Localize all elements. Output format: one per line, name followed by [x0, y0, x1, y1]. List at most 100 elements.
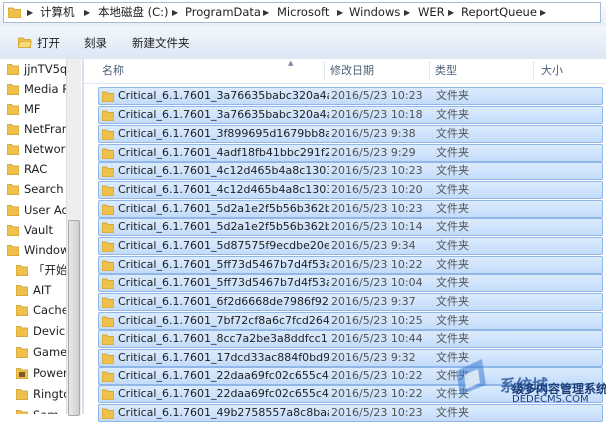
chevron-right-icon[interactable]: ▶: [404, 3, 410, 22]
new-folder-button[interactable]: 新建文件夹: [132, 35, 190, 51]
table-row[interactable]: Critical_6.1.7601_3f899695d1679bb8a... 20…: [98, 125, 603, 143]
folder-icon: [102, 353, 114, 364]
folder-icon: [7, 124, 19, 135]
table-row[interactable]: Critical_6.1.7601_4adf18fb41bbc291f2... 2…: [98, 144, 603, 162]
chevron-right-icon[interactable]: ▶: [540, 3, 546, 22]
table-row[interactable]: Critical_6.1.7601_3a76635babc320a4a... 20…: [98, 87, 603, 105]
folder-icon: [102, 222, 114, 233]
file-name: Critical_6.1.7601_5d87575f9ecdbe20e...: [118, 239, 329, 252]
file-type: 文件夹: [436, 127, 469, 140]
file-name: Critical_6.1.7601_3f899695d1679bb8a...: [118, 127, 329, 140]
open-button[interactable]: 打开: [37, 35, 60, 51]
chevron-right-icon[interactable]: ▶: [263, 3, 269, 22]
table-row[interactable]: Critical_6.1.7601_8cc7a2be3a8ddfcc1... 20…: [98, 330, 603, 348]
folder-icon: [102, 260, 114, 271]
breadcrumb-programdata[interactable]: ProgramData: [185, 3, 261, 22]
table-row[interactable]: Critical_6.1.7601_7bf72cf8a6c7fcd264... 2…: [98, 312, 603, 330]
file-name: Critical_6.1.7601_5d2a1e2f5b56b362b...: [118, 220, 329, 233]
table-row[interactable]: Critical_6.1.7601_5d87575f9ecdbe20e... 20…: [98, 237, 603, 255]
breadcrumb-windows[interactable]: Windows: [349, 3, 400, 22]
chevron-right-icon[interactable]: ▶: [172, 3, 178, 22]
folder-icon: [8, 7, 21, 18]
table-row[interactable]: Critical_6.1.7601_4c12d465b4a8c1303... 20…: [98, 162, 603, 180]
table-row[interactable]: Critical_6.1.7601_6f2d6668de7986f92... 20…: [98, 293, 603, 311]
open-folder-icon: [18, 37, 32, 48]
file-name: Critical_6.1.7601_8cc7a2be3a8ddfcc1...: [118, 332, 329, 345]
folder-icon: [16, 265, 28, 276]
folder-icon: [7, 144, 19, 155]
burn-button[interactable]: 刻录: [84, 35, 107, 51]
file-date: 2016/5/23 9:38: [331, 127, 416, 140]
file-name: Critical_6.1.7601_17dcd33ac884f0bd9...: [118, 351, 329, 364]
folder-icon: [16, 305, 28, 316]
folder-icon: [102, 389, 114, 400]
breadcrumb-wer[interactable]: WER: [418, 3, 445, 22]
file-type: 文件夹: [436, 239, 469, 252]
folder-icon: [7, 205, 19, 216]
column-header-name[interactable]: 名称: [102, 59, 124, 83]
column-divider[interactable]: [533, 61, 534, 81]
breadcrumb-computer[interactable]: 计算机: [40, 3, 75, 22]
file-name: Critical_6.1.7601_3a76635babc320a4a...: [118, 108, 329, 121]
breadcrumb-microsoft[interactable]: Microsoft: [277, 3, 329, 22]
file-name: Critical_6.1.7601_49b2758557a8c8baa...: [118, 406, 329, 419]
table-row[interactable]: Critical_6.1.7601_5d2a1e2f5b56b362b... 20…: [98, 218, 603, 236]
column-header-size[interactable]: 大小: [541, 59, 563, 83]
folder-icon: [102, 278, 114, 289]
column-divider[interactable]: [429, 61, 430, 81]
breadcrumb[interactable]: ▶ 计算机 ▶ 本地磁盘 (C:) ▶ ProgramData ▶ Micros…: [3, 2, 601, 23]
folder-icon: [7, 184, 19, 195]
folder-icon: [16, 389, 28, 400]
folder-icon: [7, 64, 19, 75]
column-divider[interactable]: [324, 61, 325, 81]
file-date: 2016/5/23 10:04: [331, 276, 423, 289]
file-name: Critical_6.1.7601_5ff73d5467b7d4f53a...: [118, 258, 329, 271]
file-name: Critical_6.1.7601_7bf72cf8a6c7fcd264...: [118, 314, 329, 327]
chevron-right-icon[interactable]: ▶: [448, 3, 454, 22]
table-row[interactable]: Critical_6.1.7601_5ff73d5467b7d4f53a... 2…: [98, 274, 603, 292]
file-date: 2016/5/23 10:22: [331, 258, 423, 271]
column-header-date[interactable]: 修改日期: [330, 59, 374, 83]
address-bar: ▶ 计算机 ▶ 本地磁盘 (C:) ▶ ProgramData ▶ Micros…: [0, 0, 606, 27]
folder-icon: [7, 164, 19, 175]
chevron-right-icon[interactable]: ▶: [337, 3, 343, 22]
folder-icon: [16, 410, 28, 414]
breadcrumb-local-disk[interactable]: 本地磁盘 (C:): [98, 3, 169, 22]
folder-icon: [16, 326, 28, 337]
table-row[interactable]: Critical_6.1.7601_4c12d465b4a8c1303... 20…: [98, 181, 603, 199]
file-date: 2016/5/23 10:18: [331, 108, 423, 121]
file-name: Critical_6.1.7601_5d2a1e2f5b56b362b...: [118, 202, 329, 215]
file-date: 2016/5/23 10:22: [331, 369, 423, 382]
folder-icon: [102, 166, 114, 177]
file-name: Critical_6.1.7601_4c12d465b4a8c1303...: [118, 164, 329, 177]
file-type: 文件夹: [436, 276, 469, 289]
file-name: Critical_6.1.7601_22daa69fc02c655c4...: [118, 369, 329, 382]
pane-divider[interactable]: [82, 59, 84, 414]
nav-item-label: Power: [33, 366, 68, 380]
file-type: 文件夹: [436, 295, 469, 308]
table-row[interactable]: Critical_6.1.7601_3a76635babc320a4a... 20…: [98, 106, 603, 124]
folder-icon: [102, 110, 114, 121]
file-date: 2016/5/23 9:34: [331, 239, 416, 252]
file-name: Critical_6.1.7601_4adf18fb41bbc291f2...: [118, 146, 329, 159]
folder-icon: [102, 129, 114, 140]
sort-ascending-icon: ▲: [288, 59, 294, 67]
column-header-type[interactable]: 类型: [435, 59, 457, 83]
folder-icon: [102, 241, 114, 252]
nav-item-label: Ringto: [33, 387, 71, 401]
table-row[interactable]: Critical_6.1.7601_5ff73d5467b7d4f53a... 2…: [98, 256, 603, 274]
table-row[interactable]: Critical_6.1.7601_5d2a1e2f5b56b362b... 20…: [98, 200, 603, 218]
chevron-right-icon[interactable]: ▶: [27, 3, 33, 22]
breadcrumb-reportqueue[interactable]: ReportQueue: [461, 3, 537, 22]
nav-scrollbar-thumb[interactable]: [68, 220, 80, 416]
file-date: 2016/5/23 9:29: [331, 146, 416, 159]
file-type: 文件夹: [436, 183, 469, 196]
nav-item-label: Search: [24, 182, 64, 196]
nav-item-label: MF: [24, 102, 41, 116]
file-date: 2016/5/23 10:23: [331, 202, 423, 215]
folder-icon: [102, 204, 114, 215]
file-type: 文件夹: [436, 220, 469, 233]
folder-icon: [102, 297, 114, 308]
chevron-right-icon[interactable]: ▶: [84, 3, 90, 22]
file-date: 2016/5/23 10:20: [331, 183, 423, 196]
